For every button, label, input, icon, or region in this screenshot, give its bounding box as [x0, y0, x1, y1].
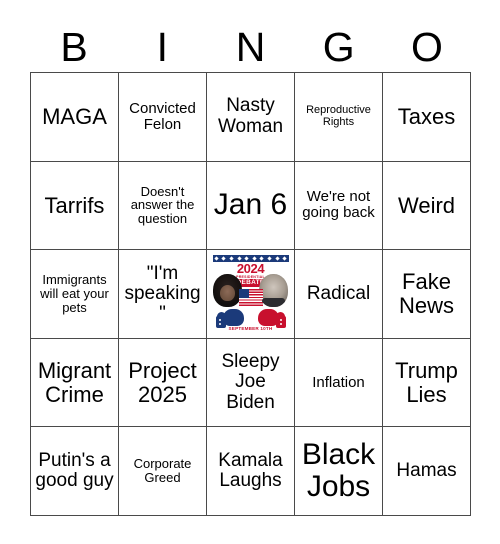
- us-flag-icon: [238, 288, 263, 306]
- bingo-cell-label: Jan 6: [213, 188, 288, 222]
- bingo-cell-label: We're not going back: [302, 188, 375, 222]
- bingo-cell[interactable]: Black Jobs: [295, 427, 383, 516]
- bingo-cell[interactable]: Tarrifs: [31, 161, 119, 251]
- bingo-grid: MAGA Convicted Felon Nasty Woman Reprodu…: [30, 72, 471, 516]
- bingo-cell-label: Migrant Crime: [37, 358, 112, 407]
- bingo-cell[interactable]: Taxes: [383, 73, 471, 162]
- donald-trump-portrait: [258, 273, 288, 307]
- bingo-cell-label: Hamas: [396, 460, 457, 482]
- bingo-cell[interactable]: Radical: [295, 250, 383, 339]
- bingo-cell[interactable]: MAGA: [31, 73, 119, 162]
- debate-graphic-image: 2024 PRESIDENTIAL DEBATE SEPTEMBER 10TH: [210, 253, 291, 334]
- bingo-cell[interactable]: We're not going back: [295, 161, 383, 251]
- bingo-header: B I N G O: [30, 22, 471, 72]
- bingo-free-space-cell[interactable]: 2024 PRESIDENTIAL DEBATE SEPTEMBER 10TH: [207, 250, 295, 339]
- bingo-cell-label: Black Jobs: [301, 438, 376, 504]
- bingo-cell-label: Kamala Laughs: [218, 449, 283, 492]
- bingo-cell[interactable]: Sleepy Joe Biden: [207, 338, 295, 428]
- bingo-cell[interactable]: Fake News: [383, 250, 471, 339]
- bingo-cell[interactable]: Jan 6: [207, 161, 295, 251]
- bingo-cell[interactable]: Trump Lies: [383, 338, 471, 428]
- bingo-cell-label: Doesn't answer the question: [130, 183, 195, 227]
- bingo-cell[interactable]: Nasty Woman: [207, 73, 295, 162]
- bingo-cell-label: Sleepy Joe Biden: [221, 351, 280, 413]
- header-letter-i: I: [156, 23, 168, 70]
- bingo-cell-label: Inflation: [312, 373, 365, 391]
- bingo-cell-label: Trump Lies: [395, 358, 458, 407]
- blue-boxing-glove-icon: [222, 308, 244, 326]
- header-letter-n: N: [235, 23, 266, 70]
- bingo-cell-label: Nasty Woman: [217, 95, 284, 137]
- bingo-cell[interactable]: "I'm speaking": [119, 250, 207, 339]
- bingo-cell-label: Radical: [306, 282, 371, 304]
- bingo-cell-label: Reproductive Rights: [306, 104, 371, 128]
- bingo-cell-label: "I'm speaking": [124, 262, 201, 325]
- bingo-cell-label: Tarrifs: [44, 192, 105, 218]
- kamala-harris-portrait: [212, 273, 242, 307]
- debate-date-label: SEPTEMBER 10TH: [228, 325, 273, 331]
- bingo-cell-label: Taxes: [397, 104, 456, 130]
- bingo-cell[interactable]: Doesn't answer the question: [119, 161, 207, 251]
- bingo-cell-label: Immigrants will eat your pets: [40, 272, 109, 315]
- bingo-cell[interactable]: Immigrants will eat your pets: [31, 250, 119, 339]
- bingo-cell-label: Corporate Greed: [133, 456, 192, 486]
- bingo-cell[interactable]: Corporate Greed: [119, 427, 207, 516]
- header-letter-g: G: [322, 23, 355, 70]
- header-letter-o: O: [410, 23, 443, 70]
- bingo-cell[interactable]: Inflation: [295, 338, 383, 428]
- bingo-cell[interactable]: Reproductive Rights: [295, 73, 383, 162]
- bingo-cell-label: Weird: [397, 192, 456, 218]
- bingo-cell[interactable]: Project 2025: [119, 338, 207, 428]
- bingo-cell[interactable]: Migrant Crime: [31, 338, 119, 428]
- debate-year-label: 2024: [236, 260, 265, 276]
- bingo-cell[interactable]: Convicted Felon: [119, 73, 207, 162]
- bingo-cell-label: Putin's a good guy: [35, 449, 114, 492]
- header-letter-b: B: [60, 23, 88, 70]
- bingo-cell[interactable]: Hamas: [383, 427, 471, 516]
- bingo-cell[interactable]: Weird: [383, 161, 471, 251]
- bingo-cell[interactable]: Putin's a good guy: [31, 427, 119, 516]
- bingo-cell[interactable]: Kamala Laughs: [207, 427, 295, 516]
- bingo-cell-label: MAGA: [42, 104, 107, 130]
- bingo-card: B I N G O MAGA Convicted Felon Nasty Wom…: [0, 0, 500, 544]
- bingo-cell-label: Convicted Felon: [129, 99, 196, 133]
- bingo-cell-label: Project 2025: [128, 358, 197, 407]
- bingo-cell-label: Fake News: [398, 269, 454, 318]
